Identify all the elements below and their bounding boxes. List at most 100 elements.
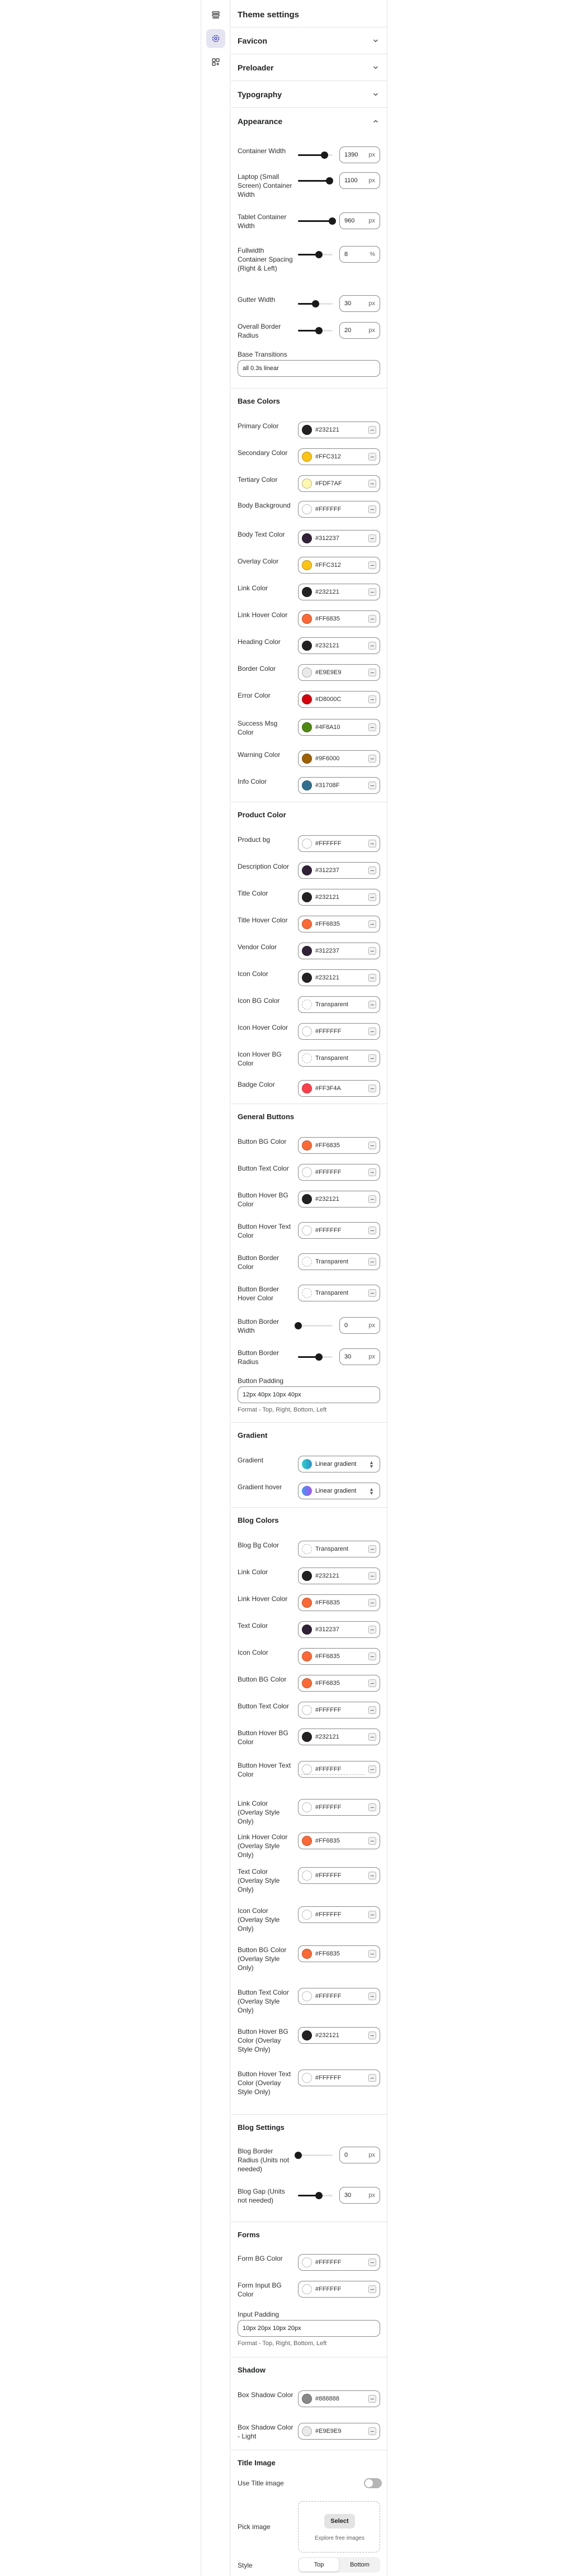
number-input[interactable]: 1390 px (339, 146, 380, 163)
color-swatch[interactable] (302, 865, 312, 875)
color-swatch[interactable] (302, 1571, 312, 1581)
color-swatch[interactable] (302, 614, 312, 624)
color-picker-field[interactable]: #232121 (298, 2027, 380, 2044)
clear-color-icon[interactable] (368, 1545, 376, 1553)
select-image-button[interactable]: Select (324, 2514, 355, 2528)
range-slider[interactable]: 30 px (298, 1348, 380, 1365)
clear-color-icon[interactable] (368, 1599, 376, 1607)
color-picker-field[interactable]: #31708F (298, 777, 380, 794)
color-swatch[interactable] (302, 533, 312, 543)
clear-color-icon[interactable] (368, 755, 376, 763)
gradient-select[interactable]: Linear gradient ▲ ▼ (298, 1456, 380, 1472)
number-input[interactable]: 30 px (339, 1348, 380, 1365)
clear-color-icon[interactable] (368, 1733, 376, 1741)
slider-thumb[interactable] (325, 177, 333, 184)
chevron-up-icon[interactable] (372, 117, 379, 127)
color-swatch[interactable] (302, 452, 312, 462)
color-picker-field[interactable]: #FF6835 (298, 1594, 380, 1611)
gradient-swatch[interactable] (302, 1459, 312, 1469)
color-value[interactable]: #FF6835 (315, 615, 340, 622)
color-picker-field[interactable]: #232121 (298, 889, 380, 906)
color-value[interactable]: #FFFFFF (315, 1028, 341, 1035)
clear-color-icon[interactable] (368, 1837, 376, 1845)
clear-color-icon[interactable] (368, 866, 376, 874)
color-picker-field[interactable]: Transparent (298, 1050, 380, 1067)
color-picker-field[interactable]: #FFFFFF (298, 1761, 380, 1778)
number-value[interactable]: 0 (344, 1322, 348, 1329)
clear-color-icon[interactable] (368, 669, 376, 676)
color-value[interactable]: #FDF7AF (315, 480, 342, 487)
clear-color-icon[interactable] (368, 2427, 376, 2435)
color-swatch[interactable] (302, 1598, 312, 1608)
gradient-swatch[interactable] (302, 1486, 312, 1496)
color-value[interactable]: #312237 (315, 948, 339, 954)
accordion-typography[interactable]: Typography (231, 80, 387, 107)
range-slider[interactable]: 30 px (298, 295, 380, 312)
number-input[interactable]: 0 px (339, 2147, 380, 2163)
color-picker-field[interactable]: #E9E9E9 (298, 2423, 380, 2440)
color-swatch[interactable] (302, 2030, 312, 2040)
number-value[interactable]: 30 (344, 1353, 351, 1360)
color-picker-field[interactable]: Transparent (298, 1253, 380, 1270)
style-segmented-control[interactable]: Top Bottom (298, 2557, 380, 2573)
text-value[interactable]: 10px 20px 10px 20px (243, 2325, 301, 2332)
color-picker-field[interactable]: #312237 (298, 862, 380, 879)
color-value[interactable]: #31708F (315, 782, 339, 789)
color-swatch[interactable] (302, 1026, 312, 1036)
color-value[interactable]: Transparent (315, 1546, 348, 1552)
color-picker-field[interactable]: #FFFFFF (298, 1799, 380, 1816)
color-swatch[interactable] (302, 504, 312, 514)
color-value[interactable]: #FFFFFF (315, 1993, 341, 2000)
color-picker-field[interactable]: #FF3F4A (298, 1080, 380, 1097)
color-swatch[interactable] (302, 667, 312, 678)
clear-color-icon[interactable] (368, 695, 376, 703)
color-picker-field[interactable]: #FFFFFF (298, 1222, 380, 1239)
color-value[interactable]: #FFC312 (315, 453, 341, 460)
chevron-down-icon[interactable] (372, 37, 379, 47)
clear-color-icon[interactable] (368, 480, 376, 487)
color-value[interactable]: #FFFFFF (315, 1227, 341, 1234)
color-picker-field[interactable]: #312237 (298, 1621, 380, 1638)
range-slider[interactable]: 20 px (298, 322, 380, 339)
slider-thumb[interactable] (315, 251, 323, 258)
color-value[interactable]: #FF6835 (315, 921, 340, 927)
accordion-preloader[interactable]: Preloader (231, 54, 387, 80)
color-swatch[interactable] (302, 560, 312, 570)
color-picker-field[interactable]: #E9E9E9 (298, 664, 380, 681)
theme-settings-gear-icon[interactable] (206, 29, 225, 48)
color-swatch[interactable] (302, 1705, 312, 1715)
color-picker-field[interactable]: #FF6835 (298, 1137, 380, 1154)
color-swatch[interactable] (302, 694, 312, 704)
color-swatch[interactable] (302, 1544, 312, 1554)
color-value[interactable]: #FFFFFF (315, 2286, 341, 2293)
color-value[interactable]: #FFFFFF (315, 1169, 341, 1176)
color-swatch[interactable] (302, 1732, 312, 1742)
color-picker-field[interactable]: #FF6835 (298, 916, 380, 932)
color-picker-field[interactable]: #9F6000 (298, 750, 380, 767)
number-input[interactable]: 30 px (339, 2187, 380, 2204)
color-swatch[interactable] (302, 892, 312, 902)
color-picker-field[interactable]: #FDF7AF (298, 475, 380, 492)
number-input[interactable]: 8% (339, 246, 380, 263)
color-value[interactable]: Transparent (315, 1001, 348, 1008)
color-swatch[interactable] (302, 1764, 312, 1774)
color-swatch[interactable] (302, 425, 312, 435)
clear-color-icon[interactable] (368, 1168, 376, 1176)
color-swatch[interactable] (302, 2284, 312, 2294)
color-picker-field[interactable]: Transparent (298, 1541, 380, 1557)
clear-color-icon[interactable] (368, 1195, 376, 1203)
color-picker-field[interactable]: #4F8A10 (298, 719, 380, 736)
color-value[interactable]: #FF6835 (315, 1653, 340, 1660)
color-picker-field[interactable]: Transparent (298, 996, 380, 1013)
color-picker-field[interactable]: #FF6835 (298, 610, 380, 627)
color-swatch[interactable] (302, 479, 312, 489)
range-slider[interactable]: 1100 px (298, 172, 380, 189)
slider-thumb[interactable] (315, 1353, 323, 1361)
color-picker-field[interactable]: #FFFFFF (298, 1164, 380, 1181)
accordion-appearance[interactable]: Appearance (231, 107, 387, 134)
color-swatch[interactable] (302, 1678, 312, 1688)
color-value[interactable]: #312237 (315, 867, 339, 874)
chevron-down-icon[interactable] (372, 64, 379, 74)
chevron-down-icon[interactable] (372, 91, 379, 101)
clear-color-icon[interactable] (368, 1950, 376, 1958)
